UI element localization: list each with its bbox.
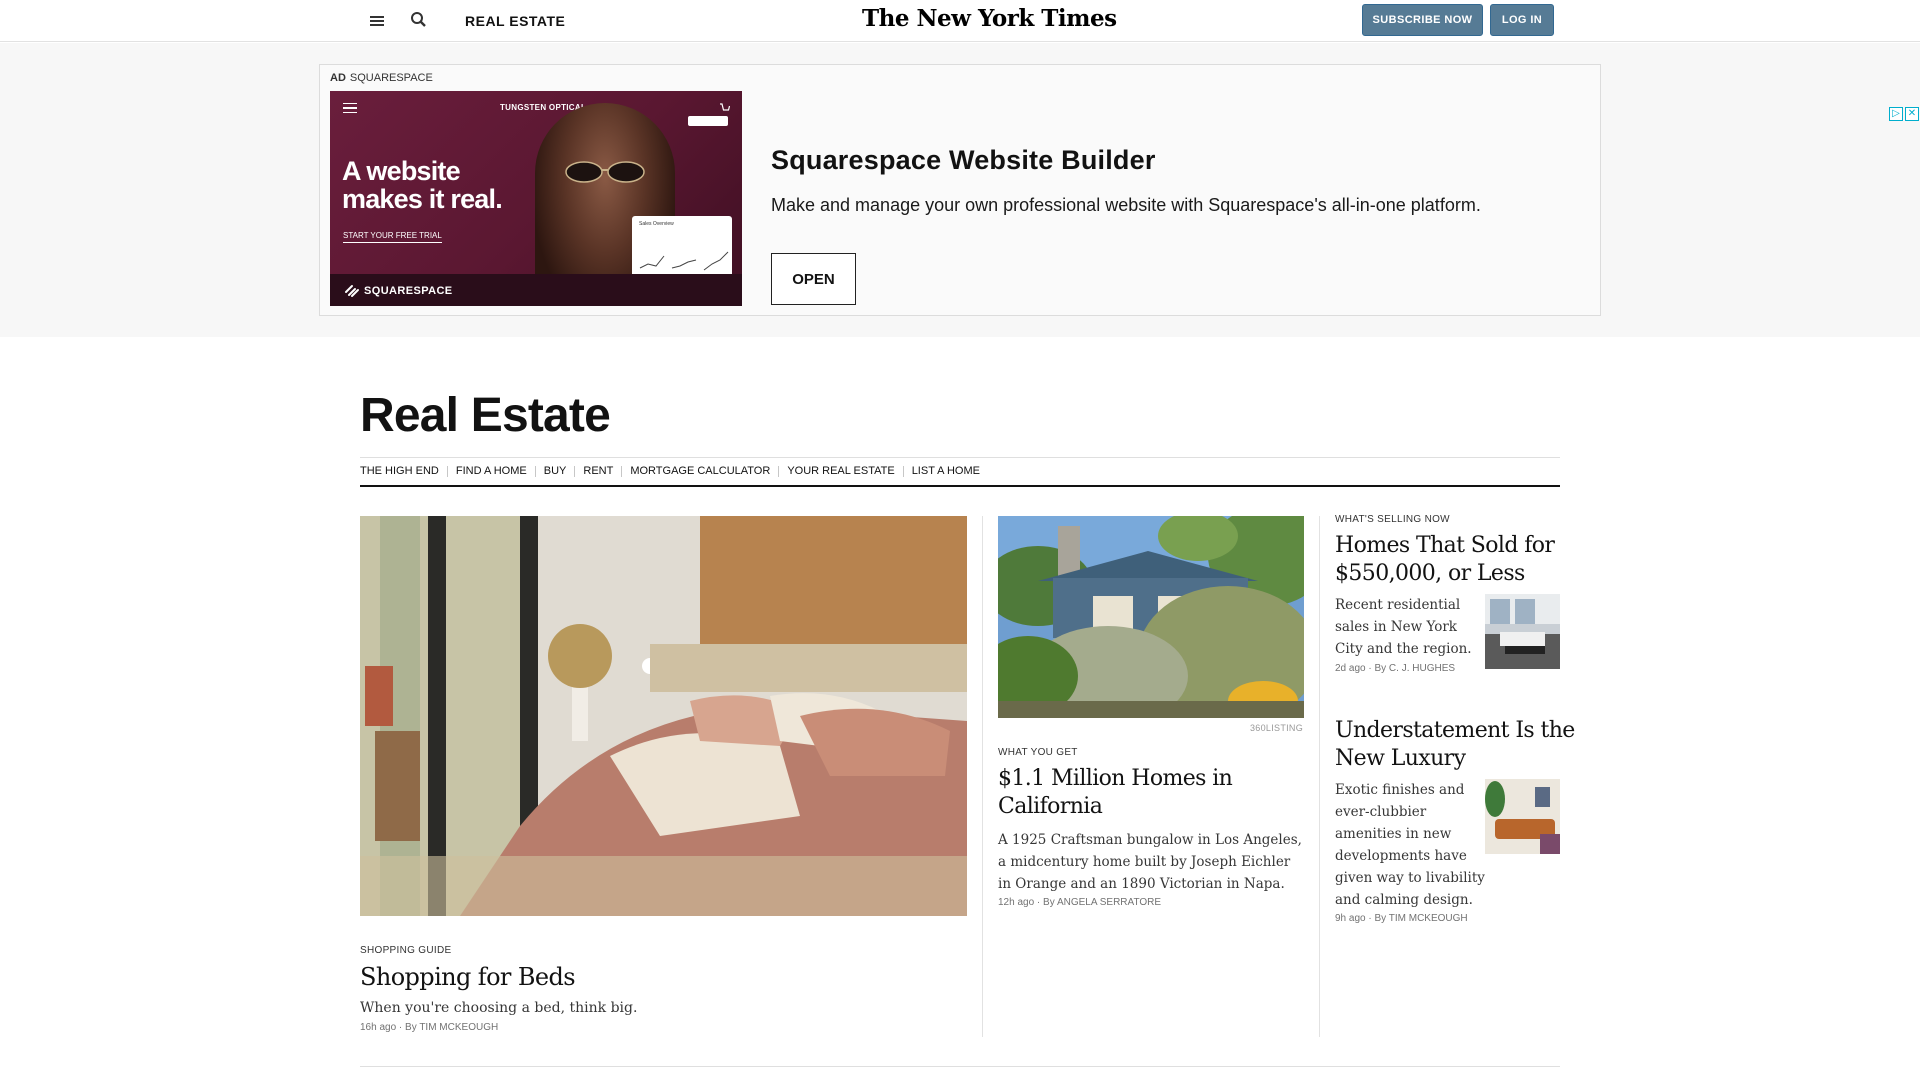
- subnav-find-a-home[interactable]: FIND A HOME: [448, 466, 536, 477]
- top-bar: REAL ESTATE The New York Times SUBSCRIBE…: [0, 0, 1920, 42]
- subnav-list-a-home[interactable]: LIST A HOME: [904, 466, 988, 477]
- ad-image[interactable]: TUNGSTEN OPTICAL A website makes it real…: [330, 91, 742, 306]
- ad-card-title: Sales Overview: [639, 221, 674, 227]
- hamburger-menu-icon[interactable]: [366, 10, 388, 32]
- column-divider: [1319, 516, 1320, 1037]
- second-story-image[interactable]: [998, 516, 1304, 718]
- section-name[interactable]: REAL ESTATE: [465, 13, 565, 29]
- second-story-meta: 12h ago · By ANGELA SERRATORE: [998, 897, 1162, 908]
- second-story-kicker: WHAT YOU GET: [998, 747, 1078, 758]
- subnav-your-real-estate[interactable]: YOUR REAL ESTATE: [779, 466, 904, 477]
- ad-footer-logo: SQUARESPACE: [344, 284, 453, 298]
- second-story-headline[interactable]: $1.1 Million Homes in California: [998, 765, 1298, 821]
- ad-container[interactable]: AD SQUARESPACE TUNGSTEN OPTICAL A website…: [319, 64, 1601, 316]
- fourth-story-summary: Exotic finishes and ever-clubbier amenit…: [1335, 782, 1485, 908]
- ad-banner: AD SQUARESPACE TUNGSTEN OPTICAL A website…: [0, 43, 1920, 337]
- section-subnav: THE HIGH END FIND A HOME BUY RENT MORTGA…: [360, 457, 1560, 487]
- subnav-mortgage-calculator[interactable]: MORTGAGE CALCULATOR: [622, 466, 780, 477]
- second-story-time: 12h ago: [998, 897, 1035, 908]
- lead-story-summary: When you're choosing a bed, think big.: [360, 1000, 638, 1016]
- nyt-logo[interactable]: The New York Times: [862, 5, 1117, 32]
- ad-description: Make and manage your own professional we…: [771, 195, 1481, 215]
- third-story-thumbnail[interactable]: [1485, 594, 1560, 669]
- ad-image-cta[interactable]: START YOUR FREE TRIAL: [343, 231, 442, 243]
- third-story-time: 2d ago: [1335, 663, 1366, 674]
- fourth-story-byline: By TIM MCKEOUGH: [1374, 913, 1468, 924]
- lead-story-kicker: SHOPPING GUIDE: [360, 945, 452, 956]
- fourth-story-headline[interactable]: Understatement Is the New Luxury: [1335, 717, 1575, 773]
- search-icon[interactable]: [408, 9, 430, 31]
- second-story-byline: By ANGELA SERRATORE: [1043, 897, 1162, 908]
- ad-image-footer: SQUARESPACE: [330, 274, 742, 306]
- ad-choices-icon[interactable]: ▷ ✕: [1889, 107, 1919, 123]
- fourth-story-time: 9h ago: [1335, 913, 1366, 924]
- ad-open-button[interactable]: OPEN: [771, 253, 856, 305]
- third-story-kicker: WHAT'S SELLING NOW: [1335, 514, 1450, 525]
- third-story-headline[interactable]: Homes That Sold for $550,000, or Less: [1335, 532, 1565, 588]
- ad-menu-icon: [343, 103, 357, 113]
- page-title: Real Estate: [360, 389, 611, 442]
- second-story-summary: A 1925 Craftsman bungalow in Los Angeles…: [998, 832, 1302, 892]
- fourth-story-thumbnail[interactable]: [1485, 779, 1560, 854]
- ad-toolbar-icon: [688, 102, 731, 126]
- lead-story-time: 16h ago: [360, 1022, 397, 1033]
- sunglasses-icon: [565, 161, 645, 183]
- subscribe-button[interactable]: SUBSCRIBE NOW: [1362, 4, 1483, 36]
- ad-title[interactable]: Squarespace Website Builder: [771, 145, 1156, 176]
- third-story-meta: 2d ago · By C. J. HUGHES: [1335, 663, 1456, 674]
- bottom-divider: [360, 1066, 1560, 1067]
- login-button[interactable]: LOG IN: [1490, 4, 1554, 36]
- fourth-story-meta: 9h ago · By TIM MCKEOUGH: [1335, 913, 1468, 924]
- subnav-buy[interactable]: BUY: [536, 466, 576, 477]
- ad-label: AD SQUARESPACE: [330, 72, 433, 84]
- ad-image-headline: A website makes it real.: [342, 156, 503, 214]
- third-story-byline: By C. J. HUGHES: [1374, 663, 1456, 674]
- lead-story-image[interactable]: [360, 516, 967, 916]
- lead-story-meta: 16h ago · By TIM MCKEOUGH: [360, 1022, 499, 1033]
- squarespace-icon: [345, 285, 359, 297]
- column-divider: [982, 516, 983, 1037]
- lead-story-byline: By TIM MCKEOUGH: [405, 1022, 499, 1033]
- subnav-rent[interactable]: RENT: [575, 466, 623, 477]
- lead-story-headline[interactable]: Shopping for Beds: [360, 962, 967, 992]
- second-story-image-credit: 360LISTING: [1250, 723, 1304, 733]
- third-story-summary: Recent residential sales in New York Cit…: [1335, 597, 1472, 657]
- subnav-the-high-end[interactable]: THE HIGH END: [360, 466, 448, 477]
